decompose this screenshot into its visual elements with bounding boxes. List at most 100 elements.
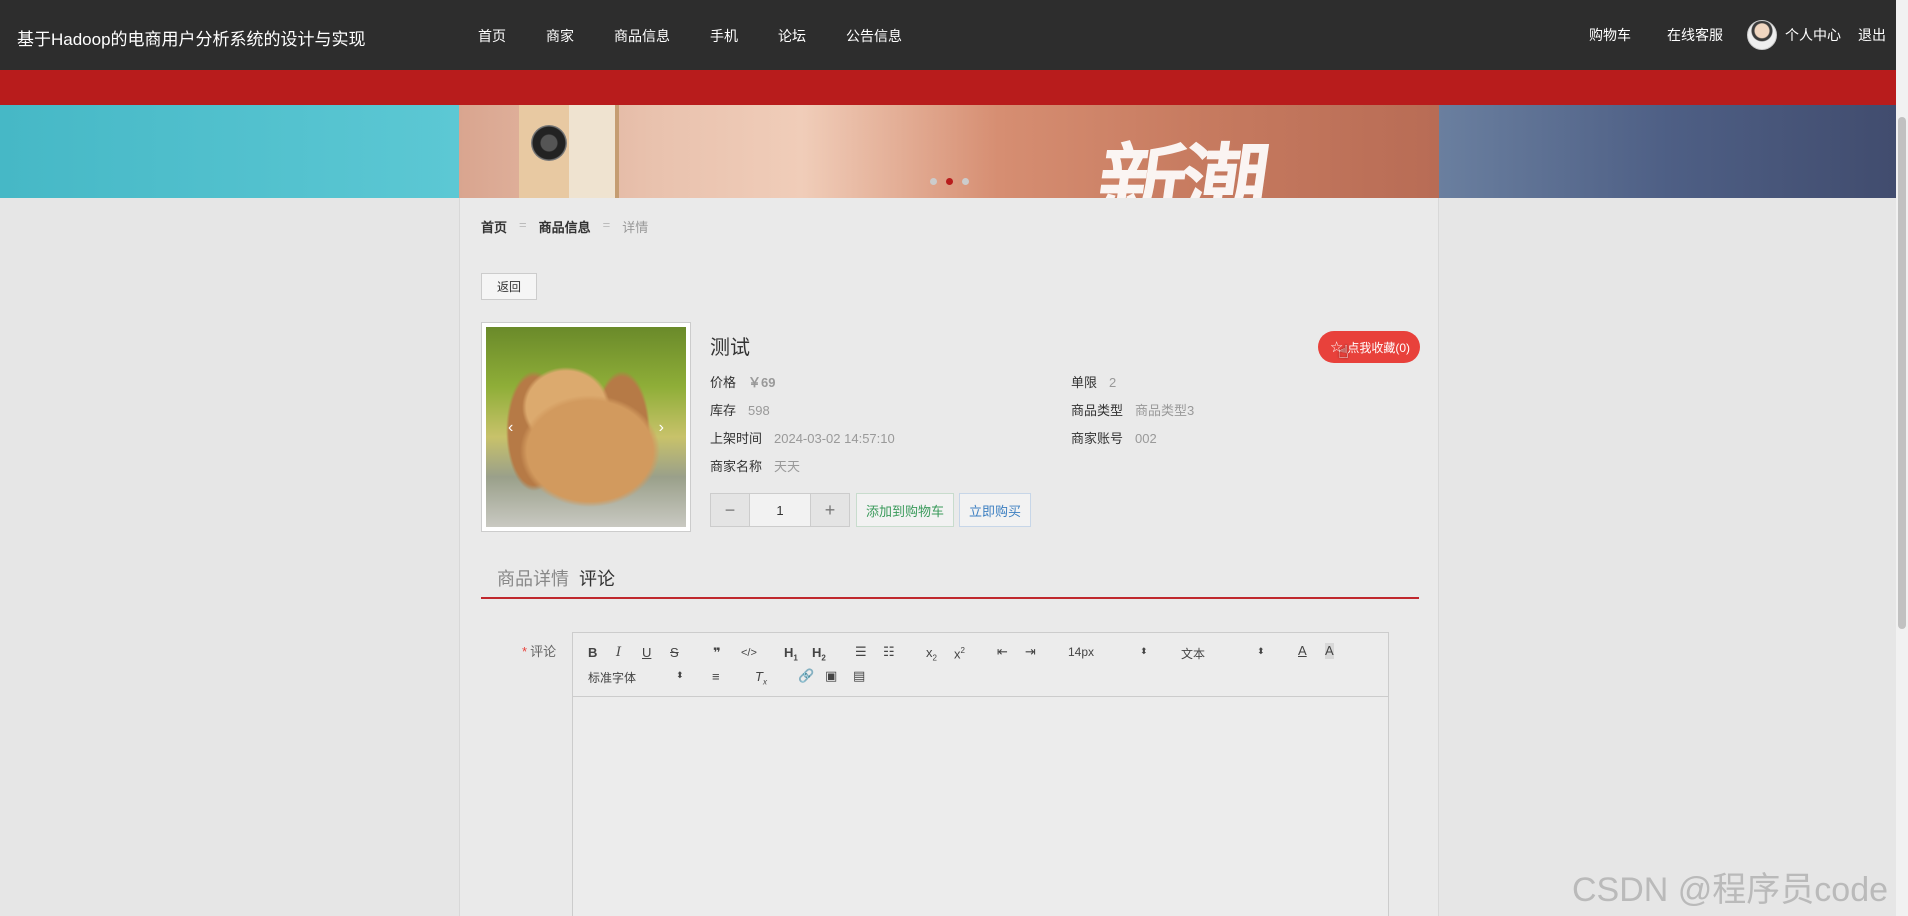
clear-format-icon[interactable]: Tx [755,669,767,691]
align-left-icon[interactable]: ≡ [712,669,720,685]
price-row: 价格 ￥69 [710,372,775,391]
main-menu: 首页 商家 商品信息 手机 论坛 公告信息 [478,26,942,46]
nav-phones[interactable]: 手机 [710,26,738,46]
code-block-icon[interactable]: </> [741,645,757,661]
chevron-left-icon[interactable]: ‹ [508,419,513,437]
accent-bar [0,70,1896,105]
type-row: 商品类型 商品类型3 [1071,400,1194,419]
font-color-icon[interactable]: A [1298,643,1307,659]
editor-content-area[interactable] [573,697,1388,916]
type-value: 商品类型3 [1135,403,1195,418]
editor-toolbar: B I U S ❞ </> H1 H2 ☰ ☷ x2 x2 ⇤ ⇥ 14px ⬍ … [573,633,1388,697]
limit-value: 2 [1109,375,1117,390]
select-arrows-icon: ⬍ [1140,646,1148,656]
select-arrows-icon: ⬍ [1257,646,1265,656]
avatar[interactable] [1747,20,1777,50]
scrollbar-thumb[interactable] [1898,117,1906,629]
required-mark: * [522,644,528,659]
listed-label: 上架时间 [710,431,763,446]
limit-row: 单限 2 [1071,372,1116,391]
favorite-button[interactable]: ☆ 点我收藏(0) [1317,331,1420,363]
indent-icon[interactable]: ⇥ [1025,644,1036,660]
add-to-cart-button[interactable]: 添加到购物车 [856,493,955,527]
subscript-icon[interactable]: x2 [926,645,937,667]
font-size-select[interactable]: 14px ⬍ [1068,645,1148,659]
bold-icon[interactable]: B [588,645,597,661]
merchant-account-label: 商家账号 [1071,431,1124,446]
link-icon[interactable]: 🔗 [798,668,814,684]
product-name: 测试 [710,337,750,359]
strikethrough-icon[interactable]: S [670,645,679,661]
font-family-value: 标准字体 [588,671,637,685]
blockquote-icon[interactable]: ❞ [713,645,721,661]
banner-image: 新潮 [459,105,1439,198]
chevron-right-icon[interactable]: › [659,419,664,437]
nav-merchants[interactable]: 商家 [546,26,574,46]
breadcrumb-separator: = [519,217,527,232]
quantity-input[interactable]: 1 [750,493,810,527]
site-title[interactable]: 基于Hadoop的电商用户分析系统的设计与实现 [17,25,366,50]
banner-headline: 新潮 [1090,133,1270,198]
banner-carousel[interactable]: 新潮 [0,105,1896,198]
merchant-account-value: 002 [1135,431,1157,446]
breadcrumb-separator: = [602,217,611,232]
video-icon[interactable]: ▤ [853,668,865,684]
breadcrumb-home[interactable]: 首页 [481,217,507,236]
nav-home[interactable]: 首页 [478,26,506,46]
nav-logout[interactable]: 退出 [1858,25,1886,45]
tab-product-details[interactable]: 商品详情 [481,565,575,597]
nav-cart[interactable]: 购物车 [1589,25,1631,45]
minus-button[interactable]: − [710,493,750,527]
listed-row: 上架时间 2024-03-02 14:57:10 [710,428,895,447]
buy-now-button[interactable]: 立即购买 [959,493,1032,527]
ordered-list-icon[interactable]: ☰ [855,644,867,660]
merchant-name-label: 商家名称 [710,459,763,474]
block-type-select[interactable]: 文本 ⬍ [1181,645,1265,662]
merchant-account-row: 商家账号 002 [1071,428,1157,447]
italic-icon[interactable]: I [616,645,621,661]
breadcrumb-current: 详情 [622,220,649,235]
comment-label-text: 评论 [530,644,557,659]
limit-label: 单限 [1071,375,1098,390]
detail-tabs: 商品详情 评论 [481,565,1419,599]
type-label: 商品类型 [1071,403,1124,418]
comment-label: * 评论 [522,641,556,660]
font-size-value: 14px [1068,645,1095,659]
font-family-select[interactable]: 标准字体 ⬍ [588,669,684,686]
rabbit-photo: ‹ › [486,327,686,527]
carousel-dot[interactable] [962,178,969,185]
tab-comments[interactable]: 评论 [575,565,621,597]
top-navbar: 基于Hadoop的电商用户分析系统的设计与实现 首页 商家 商品信息 手机 论坛… [0,0,1896,70]
superscript-icon[interactable]: x2 [954,643,965,662]
nav-service[interactable]: 在线客服 [1667,25,1723,45]
banner-left-slide [0,105,459,198]
background-color-icon[interactable]: A [1325,643,1334,659]
nav-forum[interactable]: 论坛 [778,26,806,46]
image-icon[interactable]: ▣ [825,668,837,684]
bullet-list-icon[interactable]: ☷ [883,644,895,660]
price-value: ￥69 [748,375,776,390]
stock-label: 库存 [710,403,737,418]
heading1-icon[interactable]: H1 [784,645,798,667]
underline-icon[interactable]: U [642,645,651,661]
block-type-value: 文本 [1181,647,1206,661]
watermark: CSDN @程序员code [1572,871,1889,909]
back-button[interactable]: 返回 [481,273,537,300]
nav-notices[interactable]: 公告信息 [846,26,902,46]
outdent-icon[interactable]: ⇤ [997,644,1008,660]
plus-button[interactable]: + [810,493,850,527]
stock-value: 598 [748,403,770,418]
carousel-dot[interactable] [930,178,937,185]
heading2-icon[interactable]: H2 [812,645,826,667]
select-arrows-icon: ⬍ [676,670,684,680]
nav-products[interactable]: 商品信息 [614,26,670,46]
product-image-carousel[interactable]: ‹ › [481,322,691,532]
carousel-dot-active[interactable] [946,178,953,185]
page-scrollbar[interactable] [1896,0,1908,916]
user-menu: 购物车 在线客服 个人中心 退出 [1553,0,1886,70]
favorite-label: 点我收藏(0) [1347,340,1410,355]
rich-text-editor: B I U S ❞ </> H1 H2 ☰ ☷ x2 x2 ⇤ ⇥ 14px ⬍ … [572,632,1389,916]
nav-profile[interactable]: 个人中心 [1785,25,1841,45]
stock-row: 库存 598 [710,400,770,419]
breadcrumb-products[interactable]: 商品信息 [539,217,591,236]
